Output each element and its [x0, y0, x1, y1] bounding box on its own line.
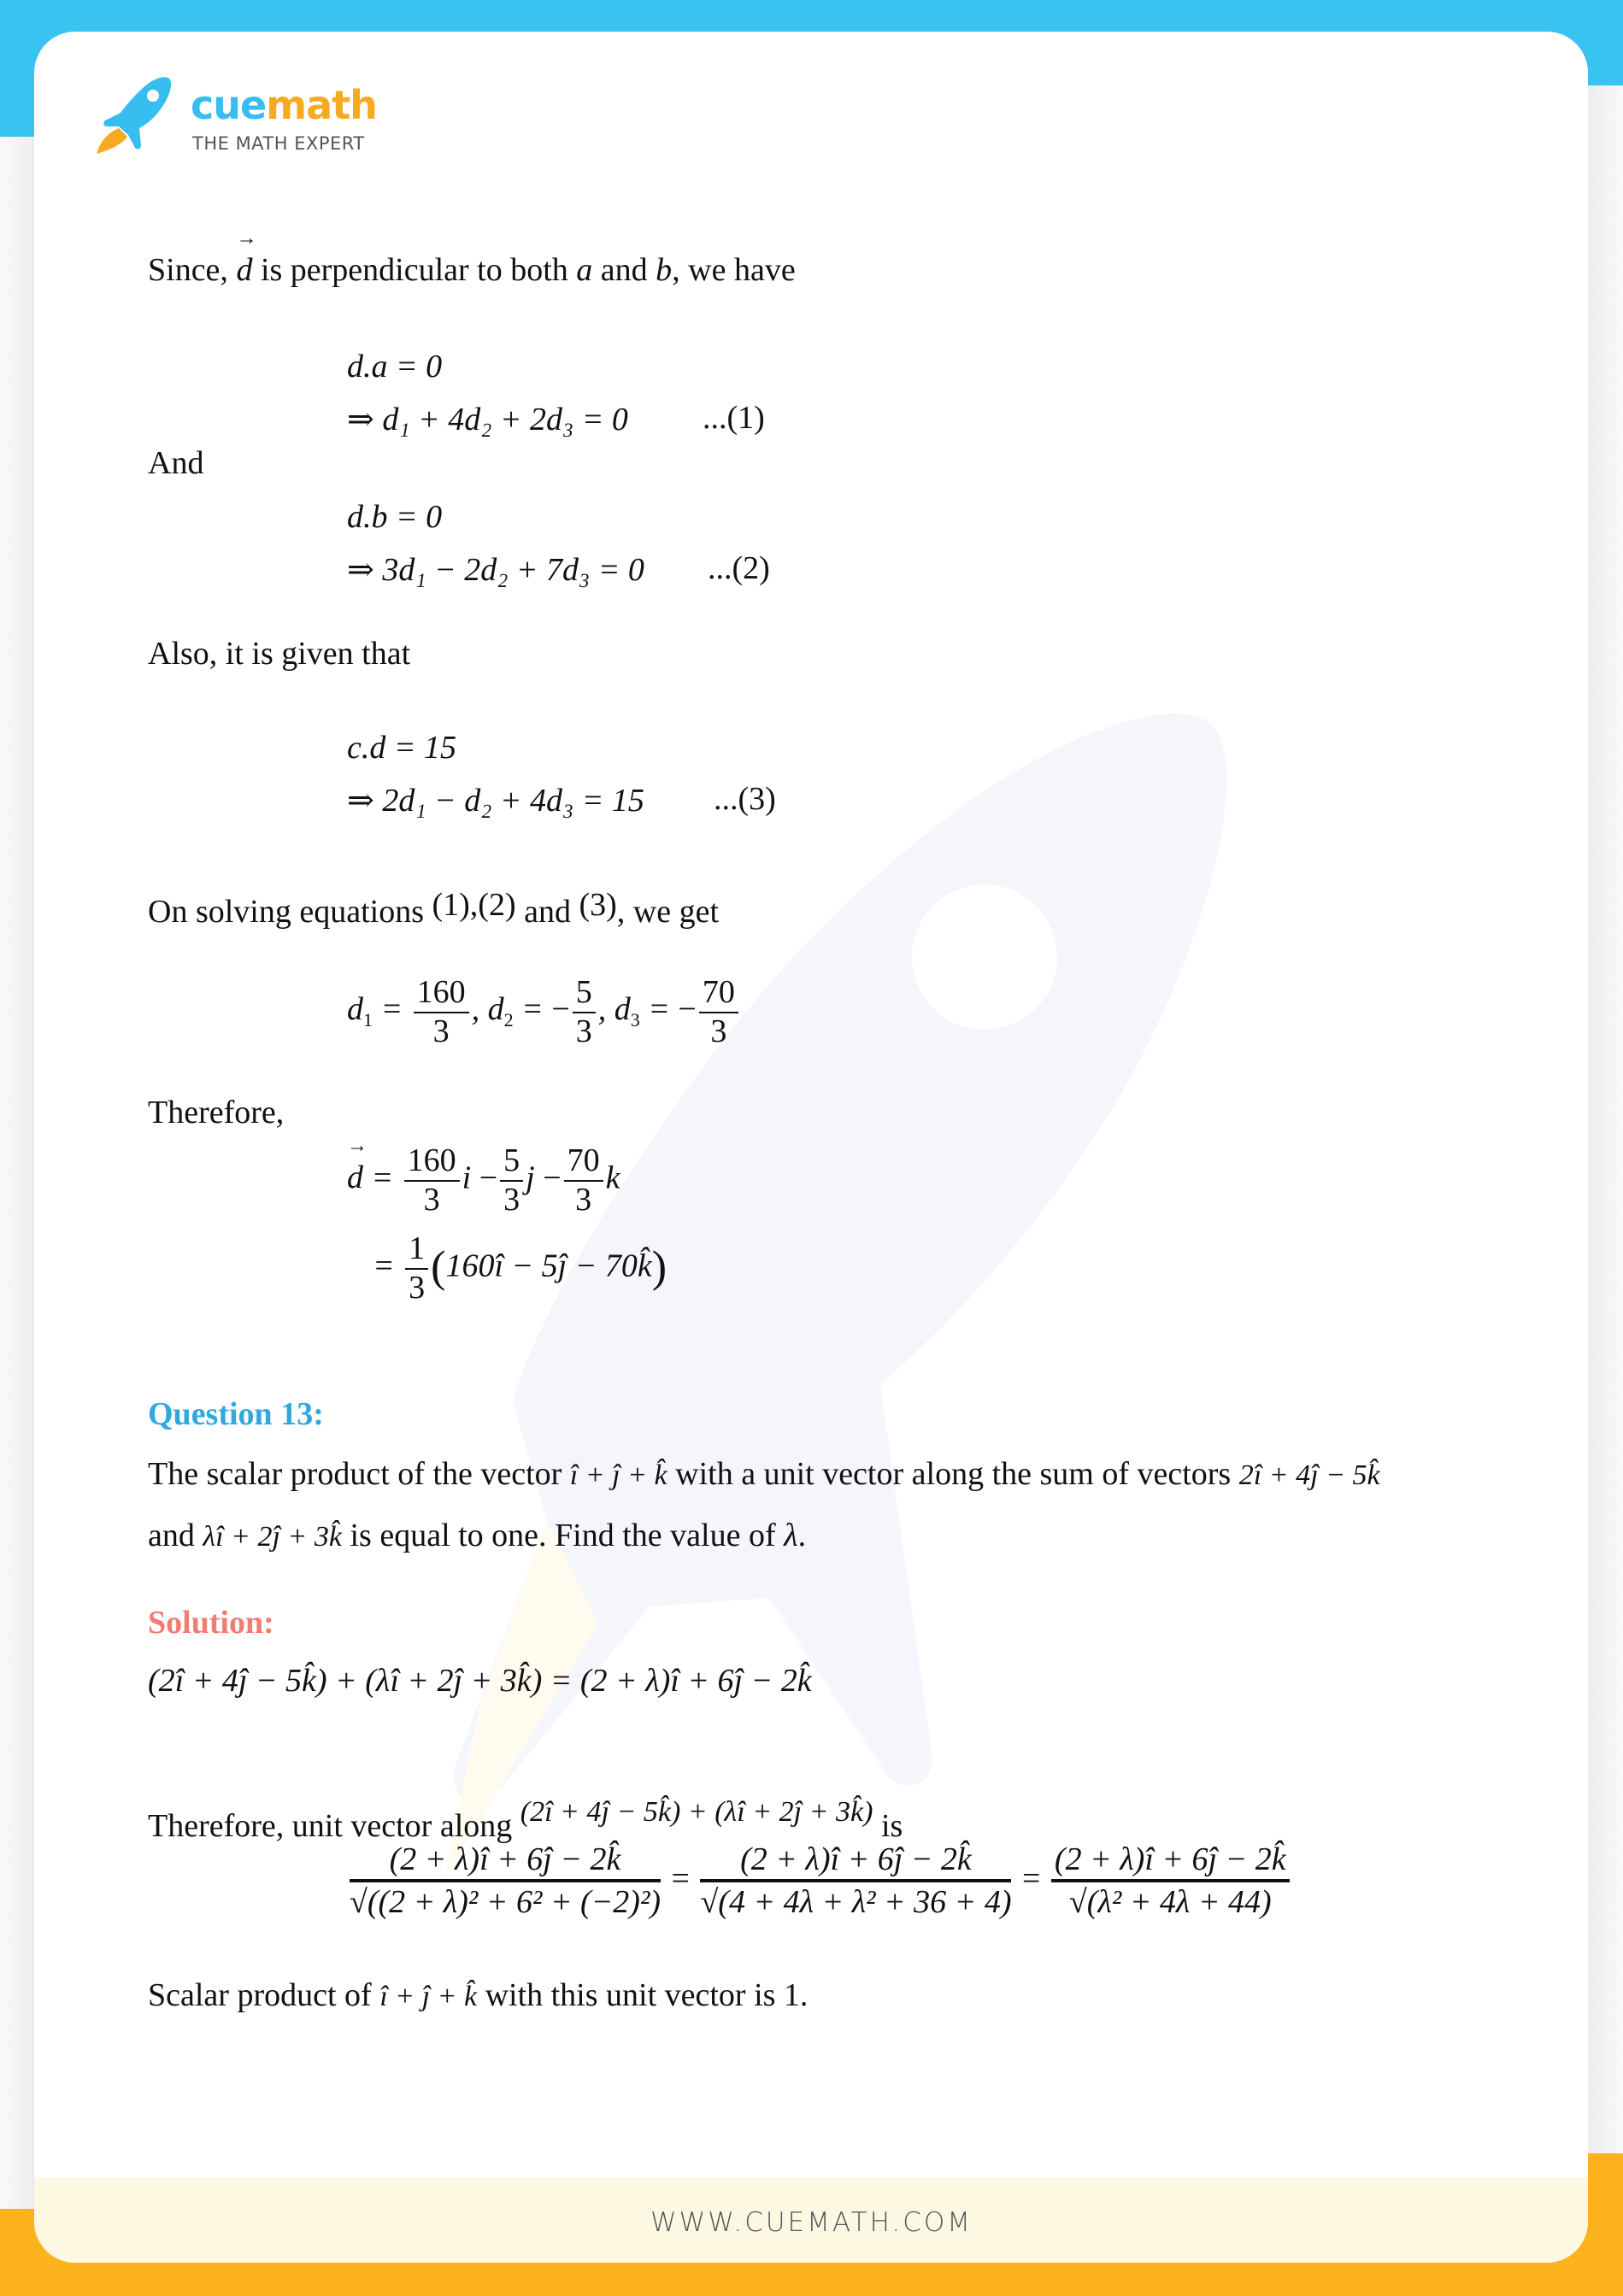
equation-3-tag: ...(3)	[714, 781, 776, 817]
d-vector-expression: d = 1603i −53j −703k	[347, 1136, 620, 1218]
value-d2: d2 = −5 3	[488, 974, 598, 1049]
page-card	[34, 32, 1588, 2263]
equation-1-tag: ...(1)	[703, 400, 765, 436]
equation-d-dot-a: d.a = 0	[347, 349, 443, 385]
equation-2: ⇒ 3d₁ − 2d₂ + 7d₃ = 0	[347, 552, 644, 588]
solution-heading: Solution:	[148, 1605, 274, 1641]
vector-a: a	[576, 252, 593, 288]
text-and: And	[148, 445, 204, 481]
solution-values: d1 = 160 3, d2 = −5 3, d3 = −70 3	[347, 974, 741, 1050]
equation-c-dot-d: c.d = 15	[347, 730, 457, 766]
unit-fraction-1: (2 + λ)î + 6ĵ − 2k̂ √((2 + λ)² + 6² + (−2…	[350, 1841, 661, 1920]
brand-name: cuemath	[191, 82, 378, 128]
brand-tagline: THE MATH EXPERT	[192, 133, 365, 154]
value-d3: d3 = −70 3	[615, 974, 741, 1049]
solution-unit-vector-line: Therefore, unit vector along (2î + 4ĵ − …	[148, 1796, 903, 1844]
equation-2-tag: ...(2)	[708, 550, 770, 586]
unit-fraction-2: (2 + λ)î + 6ĵ − 2k̂ √(4 + 4λ + λ² + 36 + …	[700, 1841, 1012, 1920]
footer-url[interactable]: WWW.CUEMATH.COM	[0, 2207, 1623, 2238]
solution-sum-equation: (2î + 4ĵ − 5k̂) + (λî + 2ĵ + 3k̂) = (2 +…	[148, 1663, 812, 1699]
vector-b: b	[656, 252, 673, 288]
d-vector-factored: = 1 3 (160î − 5ĵ − 70k̂)	[373, 1230, 667, 1306]
vector-d: d	[236, 228, 256, 286]
value-d1: d1 = 160 3	[347, 974, 472, 1049]
page-shadow-left	[0, 137, 34, 2209]
equation-d-dot-b: d.b = 0	[347, 499, 443, 535]
rocket-icon	[97, 77, 172, 154]
question-line-2: and λî + 2ĵ + 3k̂ is equal to one. Find …	[148, 1518, 807, 1553]
scalar-product-line: Scalar product of î + ĵ + k̂ with this u…	[148, 1977, 809, 2013]
text-on-solving: On solving equations (1),(2) and (3), we…	[148, 887, 720, 930]
equation-3: ⇒ 2d₁ − d₂ + 4d₃ = 15	[347, 783, 644, 819]
question-line-1: The scalar product of the vector î + ĵ +…	[148, 1456, 1380, 1492]
text-since-line: Since, d is perpendicular to both a and …	[148, 228, 796, 288]
page-shadow-right	[1588, 85, 1623, 2153]
question-heading: Question 13:	[148, 1396, 324, 1432]
text-also-given: Also, it is given that	[148, 636, 411, 672]
text-therefore: Therefore,	[148, 1095, 285, 1130]
equation-1: ⇒ d₁ + 4d₂ + 2d₃ = 0	[347, 402, 628, 437]
unit-fraction-3: (2 + λ)î + 6ĵ − 2k̂ √(λ² + 4λ + 44)	[1050, 1841, 1290, 1921]
unit-vector-fractions: (2 + λ)î + 6ĵ − 2k̂ √((2 + λ)² + 6² + (−2…	[347, 1841, 1292, 1921]
